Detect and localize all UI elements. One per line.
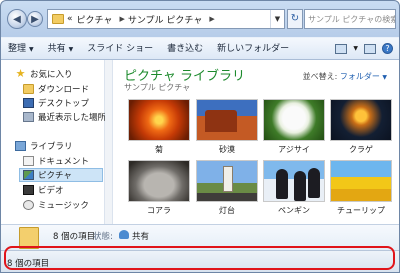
- organize-button[interactable]: 整理 ▼: [1, 40, 41, 58]
- nav-label: デスクトップ: [38, 99, 90, 109]
- star-icon: ★: [15, 67, 26, 80]
- thumbnail-caption: ペンギン: [278, 206, 310, 215]
- thumbnail-item[interactable]: 灯台: [195, 160, 259, 216]
- arrange-value[interactable]: フォルダー: [340, 72, 380, 81]
- recent-places-icon: [23, 112, 34, 122]
- chevron-down-icon: ▼: [68, 45, 74, 53]
- photo-koala: [128, 160, 190, 202]
- photo-desert: [196, 99, 258, 141]
- chevron-right-icon[interactable]: ▶: [119, 15, 124, 23]
- state-label: 状態:: [93, 232, 113, 242]
- thumbnail-caption: クラゲ: [349, 145, 373, 154]
- chevron-down-icon: ▼: [29, 45, 34, 53]
- photo-chrysanthemum: [128, 99, 190, 141]
- nav-label: 最近表示した場所: [38, 113, 107, 123]
- back-button[interactable]: ◀: [7, 9, 27, 29]
- nav-item-documents[interactable]: ドキュメント: [23, 154, 89, 168]
- nav-item-videos[interactable]: ビデオ: [23, 183, 64, 197]
- thumbnail-caption: 砂漠: [219, 145, 235, 154]
- pane-splitter[interactable]: [105, 60, 113, 224]
- library-icon: [15, 141, 26, 151]
- explorer-window: ◀ ▶ « ピクチャ ▶ サンプル ピクチャ ▶ ▼ ↻ サンプル ピクチャの検…: [0, 0, 400, 273]
- organize-label: 整理: [8, 43, 27, 54]
- photo-lighthouse: [196, 160, 258, 202]
- help-icon[interactable]: ?: [382, 43, 393, 54]
- thumbnail-caption: チューリップ: [337, 206, 385, 215]
- music-icon: [23, 200, 34, 210]
- nav-item-desktop[interactable]: デスクトップ: [23, 96, 89, 110]
- address-prefix[interactable]: «: [67, 14, 73, 24]
- thumbnail-caption: 菊: [155, 145, 163, 154]
- nav-label: ビデオ: [38, 186, 64, 196]
- thumbnail-item[interactable]: アジサイ: [262, 99, 326, 155]
- chevron-down-icon[interactable]: ▼: [353, 45, 358, 52]
- arrange-label: 並べ替え:: [302, 72, 338, 81]
- status-bar-highlight: [4, 246, 395, 270]
- arrange-by-control[interactable]: 並べ替え: フォルダー ▼: [303, 71, 387, 82]
- photo-tulips: [330, 160, 392, 202]
- thumbnail-item[interactable]: チューリップ: [329, 160, 393, 216]
- nav-label: ドキュメント: [38, 157, 90, 167]
- chevron-right-icon[interactable]: ▶: [209, 15, 214, 23]
- item-count: 8 個の項目: [53, 232, 96, 242]
- share-label: 共有: [47, 43, 66, 54]
- photo-jellyfish: [330, 99, 392, 141]
- photo-penguins: [263, 160, 325, 202]
- address-area: ◀ ▶ « ピクチャ ▶ サンプル ピクチャ ▶ ▼ ↻ サンプル ピクチャの検…: [1, 1, 399, 37]
- file-list: ピクチャ ライブラリ サンプル ピクチャ 並べ替え: フォルダー ▼ 菊 砂漠 …: [113, 60, 399, 224]
- thumbnail-item[interactable]: クラゲ: [329, 99, 393, 155]
- slideshow-button[interactable]: スライド ショー: [80, 40, 160, 58]
- nav-item-music[interactable]: ミュージック: [23, 198, 89, 212]
- photo-hydrangeas: [263, 99, 325, 141]
- nav-item-favorites[interactable]: ★ お気に入り: [15, 67, 73, 81]
- address-bar[interactable]: « ピクチャ ▶ サンプル ピクチャ ▶ ▼: [47, 9, 285, 29]
- forward-button[interactable]: ▶: [27, 11, 43, 27]
- library-subtitle: サンプル ピクチャ: [124, 83, 191, 92]
- thumbnail-caption: 灯台: [219, 206, 235, 215]
- command-bar: 整理 ▼ 共有 ▼ スライド ショー 書き込む 新しいフォルダー ▼ ?: [1, 37, 399, 60]
- video-icon: [23, 185, 34, 195]
- nav-item-recent[interactable]: 最近表示した場所: [23, 110, 106, 124]
- thumbnail-caption: コアラ: [147, 206, 171, 215]
- thumbnail-item[interactable]: 砂漠: [195, 99, 259, 155]
- new-folder-button[interactable]: 新しいフォルダー: [210, 40, 296, 58]
- shared-users-icon: [119, 230, 129, 239]
- chevron-down-icon[interactable]: ▼: [270, 10, 284, 28]
- pictures-icon: [23, 170, 34, 180]
- refresh-icon[interactable]: ↻: [287, 9, 303, 29]
- burn-button[interactable]: 書き込む: [160, 40, 210, 58]
- folder-icon: [52, 14, 64, 24]
- search-placeholder: サンプル ピクチャの検索: [308, 14, 396, 24]
- nav-label: ダウンロード: [38, 85, 90, 95]
- nav-label: お気に入り: [30, 70, 73, 80]
- thumbnail-caption: アジサイ: [278, 145, 310, 154]
- thumbnail-item[interactable]: 菊: [127, 99, 191, 155]
- document-icon: [23, 156, 34, 166]
- chevron-down-icon[interactable]: ▼: [382, 74, 387, 81]
- breadcrumb-pictures[interactable]: ピクチャ: [77, 13, 113, 26]
- navigation-pane: ★ お気に入り ダウンロード デスクトップ 最近表示した場所 ライブラリ ドキュ…: [1, 60, 106, 224]
- state-value: 共有: [132, 232, 150, 242]
- view-options-icon[interactable]: [335, 43, 348, 54]
- breadcrumb-sample-pictures[interactable]: サンプル ピクチャ: [128, 13, 203, 26]
- nav-label: ピクチャ: [38, 171, 72, 181]
- preview-pane-icon[interactable]: [364, 43, 376, 54]
- desktop-icon: [23, 98, 34, 108]
- thumbnail-item[interactable]: ペンギン: [262, 160, 326, 216]
- nav-item-libraries[interactable]: ライブラリ: [15, 139, 73, 153]
- thumbnail-item[interactable]: コアラ: [127, 160, 191, 216]
- nav-item-pictures[interactable]: ピクチャ: [19, 168, 103, 182]
- search-input[interactable]: サンプル ピクチャの検索: [304, 9, 396, 29]
- nav-label: ミュージック: [38, 201, 89, 211]
- share-button[interactable]: 共有 ▼: [41, 40, 81, 58]
- folder-icon: [23, 84, 34, 94]
- nav-label: ライブラリ: [30, 142, 73, 152]
- nav-item-downloads[interactable]: ダウンロード: [23, 82, 89, 96]
